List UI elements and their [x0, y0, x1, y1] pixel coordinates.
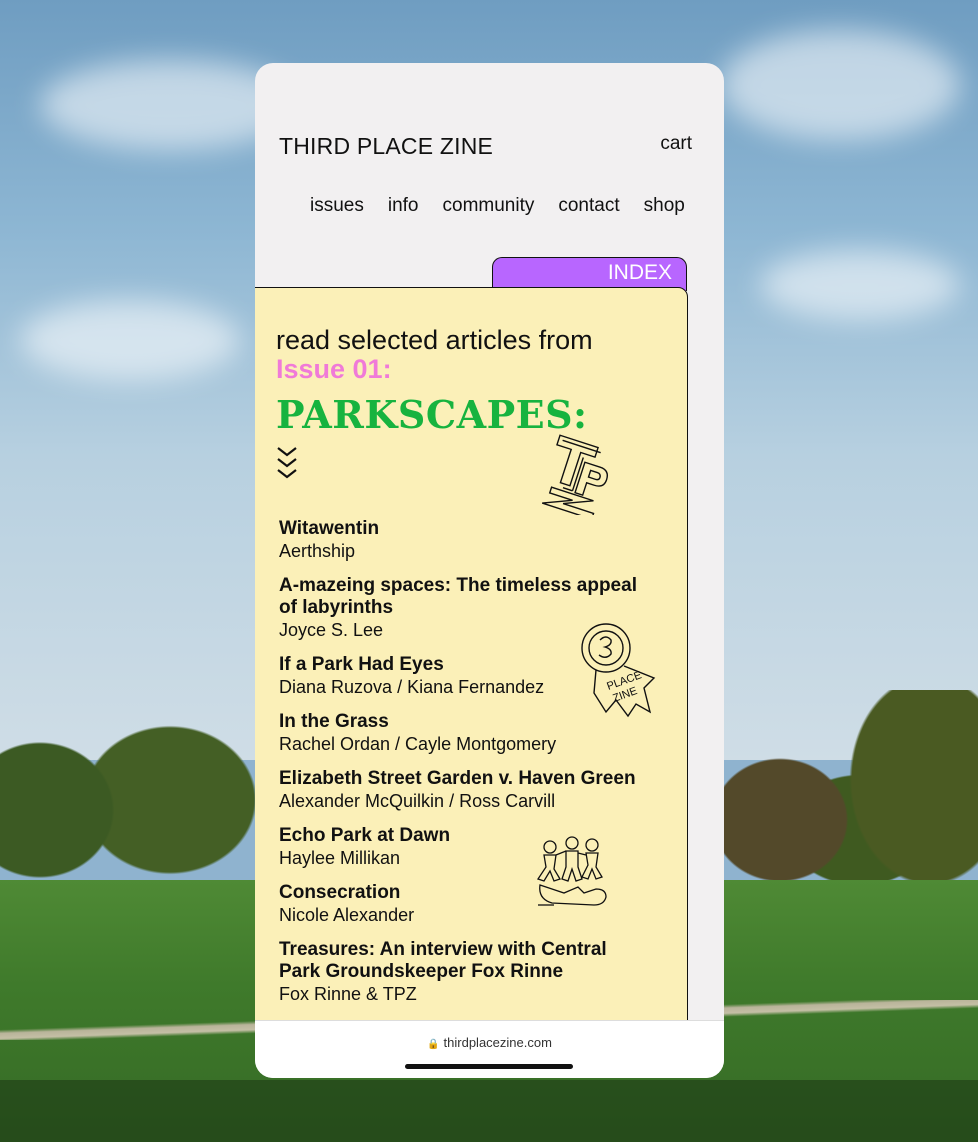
article-author: Haylee Millikan [279, 848, 401, 868]
tpz-logo-doodle [542, 434, 609, 515]
article-item[interactable]: Consecration Nicole Alexander [279, 882, 659, 926]
article-item[interactable]: Elizabeth Street Garden v. Haven Green A… [279, 768, 659, 812]
nav-issues[interactable]: issues [310, 195, 364, 217]
article-author: Aerthship [279, 541, 356, 561]
issue-label[interactable]: Issue 01: [276, 354, 392, 384]
article-author: Rachel Ordan / Cayle Montgomery [279, 734, 557, 754]
cart-link[interactable]: cart [660, 133, 692, 155]
intro-lead: read selected articles from [276, 325, 593, 355]
article-author: Joyce S. Lee [279, 620, 384, 640]
article-title[interactable]: A-mazeing spaces: The timeless appeal of… [279, 575, 644, 619]
article-title[interactable]: Treasures: An interview with Central Par… [279, 939, 619, 983]
article-author: Fox Rinne & TPZ [279, 984, 417, 1004]
cloud [720, 30, 960, 140]
triple-chevron-down-icon[interactable] [276, 446, 298, 484]
index-card: read selected articles from Issue 01: PA… [255, 287, 688, 1027]
article-author: Nicole Alexander [279, 905, 415, 925]
cloud [20, 300, 240, 380]
article-item[interactable]: Treasures: An interview with Central Par… [279, 939, 659, 1005]
url-display[interactable]: 🔒 thirdplacezine.com [255, 1035, 724, 1050]
article-list: Witawentin Aerthship A-mazeing spaces: T… [279, 518, 659, 1018]
nav-community[interactable]: community [443, 195, 535, 217]
article-item[interactable]: Witawentin Aerthship [279, 518, 659, 562]
article-item[interactable]: If a Park Had Eyes Diana Ruzova / Kiana … [279, 654, 659, 698]
phone-screen: THIRD PLACE ZINE cart issues info commun… [255, 63, 724, 1078]
index-tab-label: INDEX [607, 261, 672, 284]
article-item[interactable]: A-mazeing spaces: The timeless appeal of… [279, 575, 659, 641]
shadow [0, 1080, 978, 1142]
article-title[interactable]: Consecration [279, 882, 659, 904]
article-title[interactable]: If a Park Had Eyes [279, 654, 659, 676]
nav-info[interactable]: info [388, 195, 419, 217]
article-title[interactable]: In the Grass [279, 711, 659, 733]
lock-icon: 🔒 [427, 1039, 440, 1050]
nav-contact[interactable]: contact [558, 195, 619, 217]
home-indicator[interactable] [405, 1064, 573, 1069]
article-title[interactable]: Elizabeth Street Garden v. Haven Green [279, 768, 659, 790]
url-text: thirdplacezine.com [443, 1035, 552, 1050]
browser-address-bar[interactable]: 🔒 thirdplacezine.com [255, 1020, 724, 1078]
site-logo[interactable]: THIRD PLACE ZINE [279, 133, 493, 160]
article-author: Alexander McQuilkin / Ross Carvill [279, 791, 556, 811]
main-nav: issues info community contact shop [310, 195, 685, 217]
article-title[interactable]: Witawentin [279, 518, 659, 540]
intro-text: read selected articles from Issue 01: [276, 326, 656, 384]
nav-shop[interactable]: shop [644, 195, 685, 217]
article-item[interactable]: Echo Park at Dawn Haylee Millikan [279, 825, 659, 869]
article-author: Diana Ruzova / Kiana Fernandez [279, 677, 545, 697]
article-title[interactable]: Echo Park at Dawn [279, 825, 659, 847]
index-tab[interactable]: INDEX [492, 257, 687, 291]
cloud [760, 250, 960, 320]
article-item[interactable]: In the Grass Rachel Ordan / Cayle Montgo… [279, 711, 659, 755]
issue-title: PARKSCAPES: [276, 392, 588, 437]
